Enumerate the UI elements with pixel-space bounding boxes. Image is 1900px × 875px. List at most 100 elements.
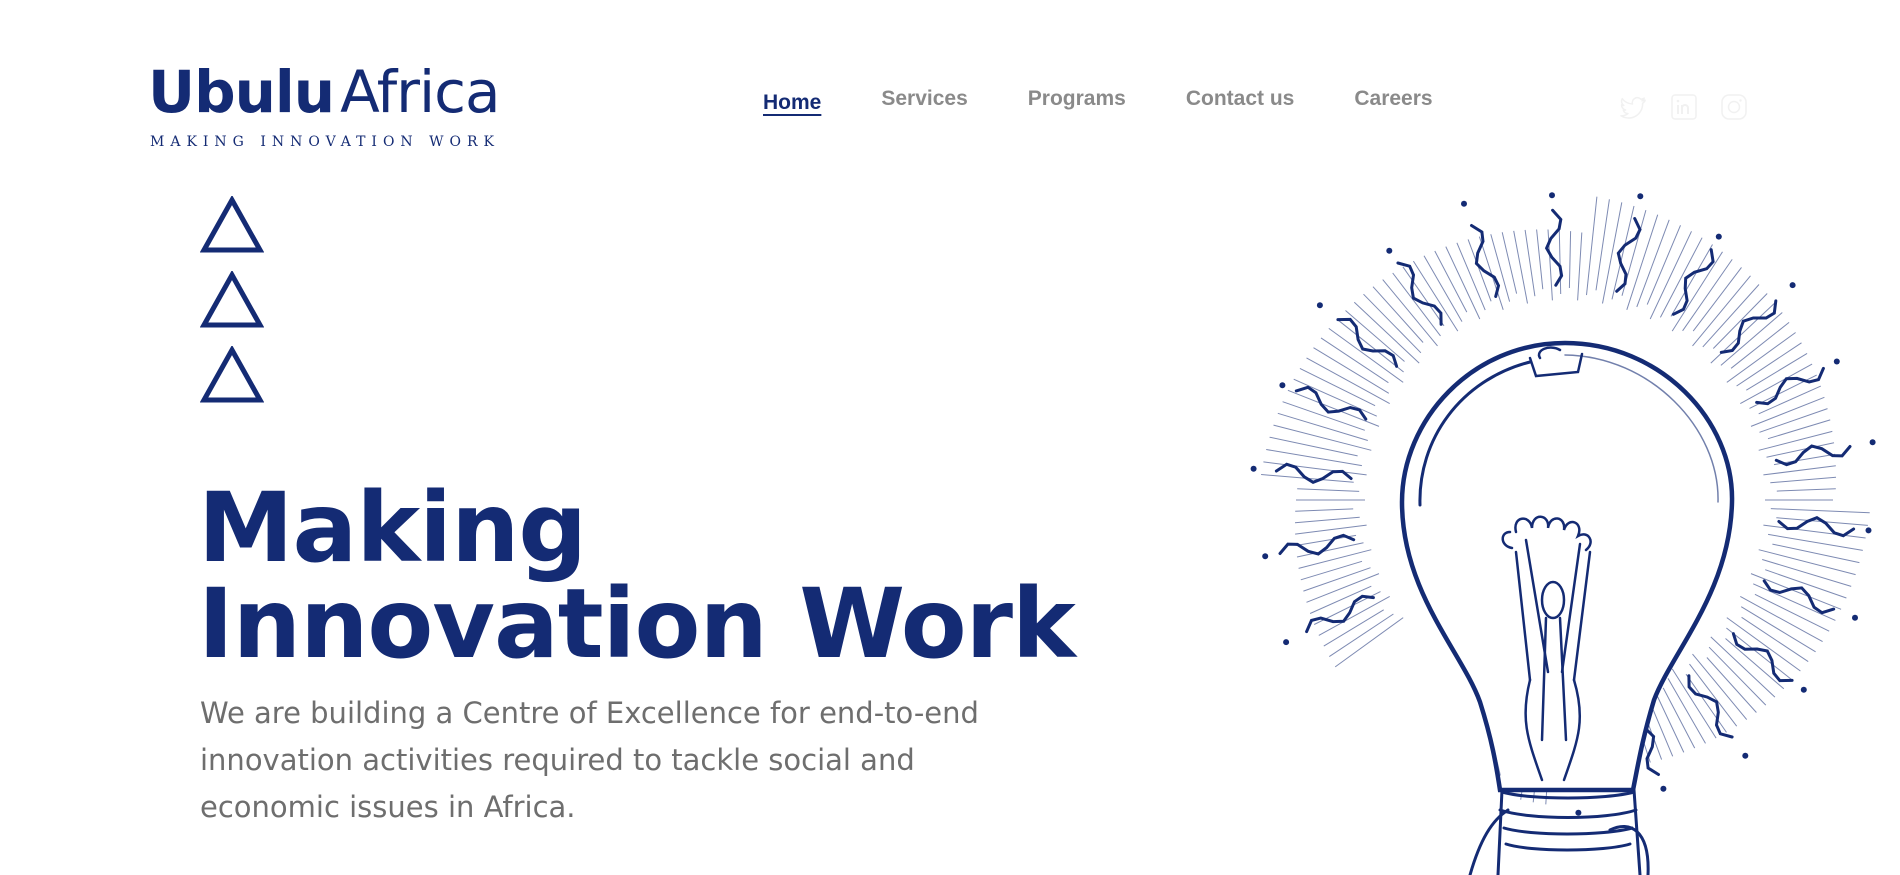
nav-services[interactable]: Services xyxy=(881,87,967,115)
sketch-squiggle xyxy=(1762,579,1836,615)
sketch-squiggle xyxy=(1274,462,1353,484)
triangle-icon xyxy=(200,271,264,328)
sketch-squiggle xyxy=(1755,366,1825,406)
sketch-ray xyxy=(1776,488,1836,492)
sketch-dot xyxy=(1800,686,1807,693)
sketch-ray xyxy=(1334,617,1404,668)
sketch-ray xyxy=(1536,229,1544,290)
sketch-dot xyxy=(1279,382,1286,389)
sketch-dot xyxy=(1461,200,1467,207)
sketch-ray xyxy=(1568,231,1572,289)
sketch-squiggle xyxy=(1777,516,1856,538)
sketch-dot xyxy=(1742,752,1749,759)
sketch-ray xyxy=(1320,337,1389,384)
sketch-ray xyxy=(1345,310,1405,362)
sketch-ray xyxy=(1295,524,1367,535)
sketch-dot xyxy=(1549,192,1555,199)
sketch-ray xyxy=(1295,508,1354,512)
bulb-base xyxy=(1468,788,1650,875)
sketch-ray xyxy=(1303,567,1371,592)
sketch-ray xyxy=(1513,230,1528,304)
linkedin-icon[interactable] xyxy=(1670,93,1698,121)
sketch-ray xyxy=(1266,449,1362,467)
sketch-ray xyxy=(1336,318,1404,373)
sketch-dot xyxy=(1660,785,1667,792)
sketch-dot xyxy=(1852,614,1858,621)
sketch-ray xyxy=(1768,533,1863,551)
sketch-squiggle xyxy=(1719,299,1778,354)
sketch-dot xyxy=(1575,809,1582,816)
sketch-dot xyxy=(1833,358,1840,365)
sketch-ray xyxy=(1558,230,1562,295)
sketch-ray xyxy=(1372,286,1424,343)
bulb-glass xyxy=(1399,340,1735,793)
logo-wordmark: Ubulu Africa xyxy=(148,62,513,122)
sketch-ray xyxy=(1297,488,1360,492)
sketch-ray xyxy=(1363,293,1422,354)
sketch-ray xyxy=(1758,385,1822,415)
sketch-ray xyxy=(1490,234,1511,302)
sketch-ray xyxy=(1412,260,1459,332)
sketch-ray xyxy=(1740,606,1816,653)
hero-subtitle: We are building a Centre of Excellence f… xyxy=(200,696,979,824)
sketch-ray xyxy=(1740,595,1823,643)
logo-tagline: MAKING INNOVATION WORK xyxy=(150,134,500,150)
nav-contact-us[interactable]: Contact us xyxy=(1186,87,1295,115)
sketch-ray xyxy=(1586,196,1598,296)
sketch-ray xyxy=(1670,244,1713,317)
sketch-ray xyxy=(1726,332,1796,383)
logo-name-bold: Ubulu xyxy=(148,58,335,126)
sketch-dot xyxy=(1865,527,1872,534)
lightbulb-illustration xyxy=(1250,192,1876,875)
sketch-dot xyxy=(1316,302,1323,309)
hero-title-line-1: Making xyxy=(198,472,587,584)
sketch-dot xyxy=(1262,553,1269,560)
triangle-icon xyxy=(200,346,264,403)
sketch-ray xyxy=(1770,476,1837,484)
sketch-ray xyxy=(1758,549,1856,576)
instagram-icon[interactable] xyxy=(1720,93,1748,121)
twitter-icon[interactable] xyxy=(1620,93,1648,121)
sketch-ray xyxy=(1692,267,1742,332)
sketch-ray xyxy=(1708,646,1767,706)
sketch-dot xyxy=(1715,233,1722,240)
sketch-squiggle xyxy=(1294,385,1368,421)
sketch-ray xyxy=(1770,508,1870,514)
sketch-ray xyxy=(1313,347,1390,394)
sketch-squiggle xyxy=(1305,594,1375,634)
sketch-ray xyxy=(1692,653,1748,720)
sketch-dot xyxy=(1869,439,1876,446)
logo-name-light: Africa xyxy=(340,58,500,126)
sketch-ray xyxy=(1524,229,1536,297)
sketch-ray xyxy=(1692,275,1751,347)
sketch-ray xyxy=(1712,293,1768,349)
sketch-ray xyxy=(1725,638,1785,690)
sketch-ray xyxy=(1763,465,1836,476)
sketch-ray xyxy=(1309,585,1372,614)
sketch-ray xyxy=(1706,657,1757,713)
sketch-ray xyxy=(1300,560,1363,581)
sketch-dot xyxy=(1637,193,1644,200)
sketch-ray xyxy=(1577,232,1583,301)
sketch-ray xyxy=(1772,543,1860,564)
nav-careers[interactable]: Careers xyxy=(1354,87,1432,115)
social-links xyxy=(1620,93,1748,121)
triangle-decoration xyxy=(200,196,264,421)
triangle-icon xyxy=(200,196,264,253)
sketch-ray xyxy=(1767,419,1831,440)
nav-home[interactable]: Home xyxy=(763,91,821,115)
sketch-dot xyxy=(1250,465,1257,472)
hero-title-line-2: Innovation Work xyxy=(198,568,1076,680)
nav-programs[interactable]: Programs xyxy=(1028,87,1126,115)
sketch-ray xyxy=(1741,616,1809,663)
logo[interactable]: Ubulu Africa MAKING INNOVATION WORK xyxy=(148,62,513,150)
sketch-ray xyxy=(1702,284,1760,348)
sketch-ray xyxy=(1659,237,1703,318)
sketch-ray xyxy=(1720,312,1783,366)
sketch-ray xyxy=(1478,236,1504,310)
sketch-ray xyxy=(1402,266,1445,327)
sketch-ray xyxy=(1671,668,1717,739)
sketch-ray xyxy=(1682,259,1733,332)
sketch-ray xyxy=(1273,424,1372,451)
sketch-ray xyxy=(1685,673,1727,733)
